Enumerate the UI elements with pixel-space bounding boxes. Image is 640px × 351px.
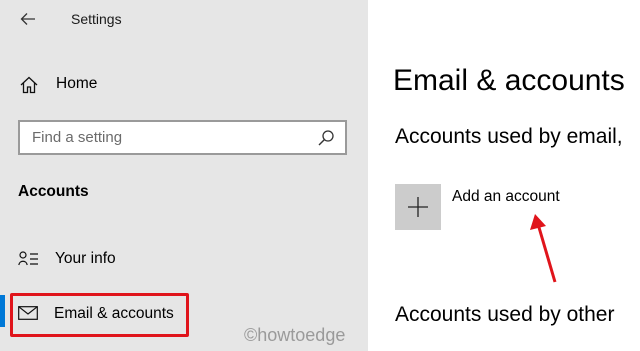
sidebar: Settings Home Accounts Your info Email &…	[0, 0, 368, 351]
sidebar-item-home[interactable]: Home	[0, 70, 368, 100]
person-list-icon	[18, 251, 38, 266]
section-header-email: Accounts used by email,	[395, 125, 623, 148]
back-arrow-icon	[20, 13, 35, 25]
add-account-button[interactable]	[395, 184, 441, 230]
mail-icon	[18, 306, 38, 320]
sidebar-item-your-info-label: Your info	[55, 250, 116, 267]
app-title: Settings	[71, 11, 122, 27]
watermark: ©howtoedge	[244, 325, 346, 345]
section-header-accounts: Accounts	[18, 183, 89, 200]
search-input[interactable]	[20, 122, 312, 153]
sidebar-item-home-label: Home	[56, 75, 98, 92]
search-icon[interactable]	[317, 129, 335, 147]
page-title: Email & accounts	[393, 64, 625, 97]
annotation-arrow-icon	[530, 214, 557, 283]
section-header-other: Accounts used by other	[395, 303, 615, 326]
sidebar-item-email-accounts-label: Email & accounts	[54, 305, 174, 322]
search-box[interactable]	[18, 120, 347, 155]
selection-indicator	[0, 295, 5, 327]
sidebar-item-your-info[interactable]: Your info	[0, 246, 368, 274]
back-button[interactable]	[17, 9, 39, 29]
add-account-label[interactable]: Add an account	[452, 188, 560, 206]
plus-icon	[408, 197, 428, 217]
home-icon	[20, 76, 38, 94]
